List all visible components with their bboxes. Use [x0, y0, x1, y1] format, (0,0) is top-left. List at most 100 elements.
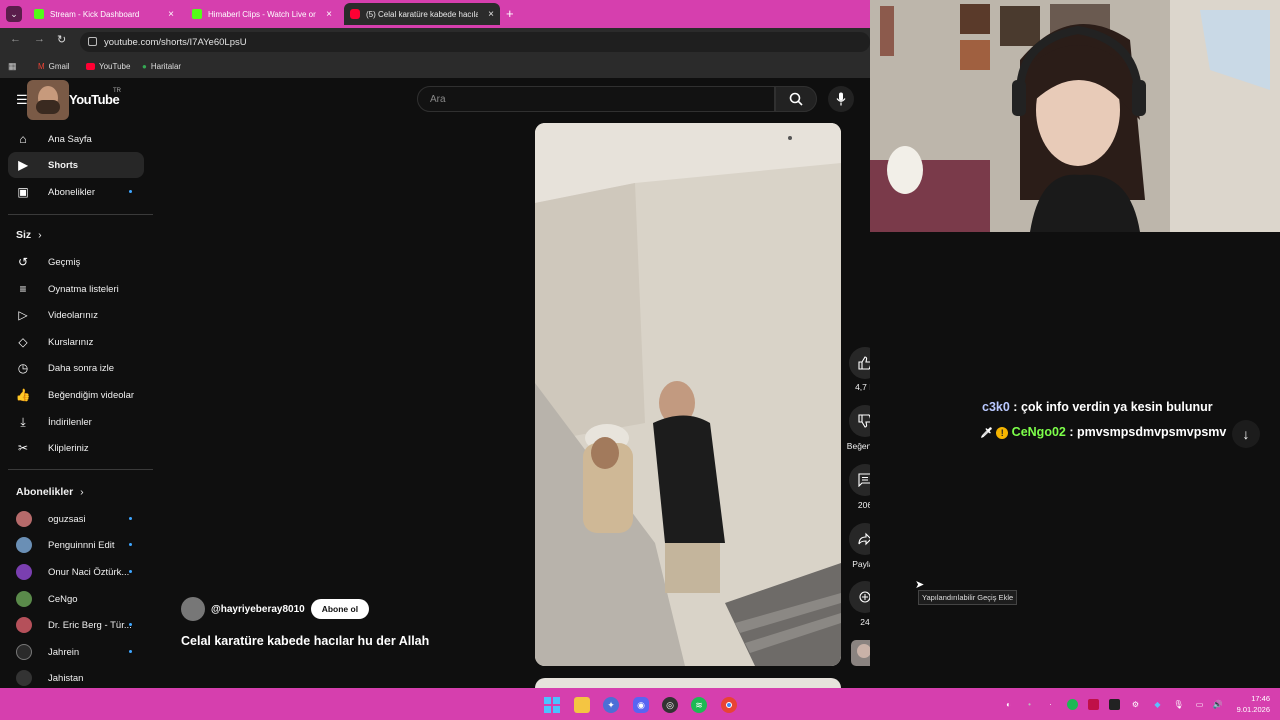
tab-title: (5) Celal karatüre kabede hacıla: [366, 9, 478, 19]
bookmark-label: Gmail: [48, 62, 70, 71]
sidebar-item-history[interactable]: ↺ Geçmiş: [8, 249, 144, 275]
channel-avatar: [16, 537, 32, 553]
taskbar-clock[interactable]: 17:46 9.01.2026: [1230, 693, 1270, 715]
sidebar-item-channel-jahrein[interactable]: Jahrein: [8, 639, 144, 665]
file-explorer-icon[interactable]: [574, 697, 590, 713]
close-tab-icon[interactable]: ×: [168, 9, 174, 20]
new-content-dot: [129, 190, 132, 193]
you-section-header[interactable]: Siz ›: [16, 229, 42, 241]
tray-app-icon[interactable]: [1109, 699, 1120, 710]
sidebar-item-label: Shorts: [48, 159, 79, 171]
short-title[interactable]: Celal karatüre kabede hacılar hu der All…: [181, 634, 429, 648]
spotify-icon[interactable]: ≋: [691, 697, 707, 713]
tab-search-button[interactable]: ⌄: [6, 6, 22, 22]
network-icon[interactable]: ▭: [1194, 699, 1205, 710]
reload-icon[interactable]: ↻: [57, 33, 66, 46]
sidebar-item-channel-oguzsasi[interactable]: oguzsasi: [8, 506, 144, 532]
badge-sword-icon: 🗡: [980, 428, 993, 439]
tab-youtube-short[interactable]: (5) Celal karatüre kabede hacıla ×: [344, 3, 500, 25]
tray-app-icon[interactable]: ·: [1045, 699, 1056, 710]
new-tab-button[interactable]: +: [506, 6, 514, 21]
subscribe-button[interactable]: Abone ol: [310, 599, 370, 619]
obs-icon[interactable]: ◎: [662, 697, 678, 713]
tray-app-icon[interactable]: ◐: [1003, 699, 1014, 710]
new-content-dot: [129, 570, 132, 573]
sidebar-item-home[interactable]: ⌂ Ana Sayfa: [8, 126, 144, 152]
sidebar-item-clips[interactable]: ✂ Klipleriniz: [8, 435, 144, 461]
chat-username: c3k0: [982, 400, 1010, 414]
channel-avatar: [16, 617, 32, 633]
sidebar-item-playlists[interactable]: ≡ Oynatma listeleri: [8, 276, 144, 302]
watch-later-icon: ◷: [17, 361, 29, 375]
sidebar-item-label: Jahrein: [48, 646, 80, 658]
sidebar-item-your-videos[interactable]: ▷ Videolarınız: [8, 302, 144, 328]
youtube-icon: [86, 63, 95, 70]
tooltip: Yapılandırılabilir Geçiş Ekle: [918, 590, 1018, 605]
sidebar-item-channel-eric-berg[interactable]: Dr. Eric Berg - Tür...: [8, 612, 144, 638]
channel-handle[interactable]: @hayriyeberay8010: [211, 604, 305, 615]
clips-icon: ✂: [17, 441, 29, 455]
badge-coin-icon: !: [996, 427, 1009, 439]
bookmarks-bar: ▦ M Gmail YouTube ● Haritalar: [0, 56, 870, 78]
discord-icon[interactable]: ◉: [633, 697, 649, 713]
bookmark-youtube[interactable]: YouTube: [86, 62, 130, 71]
your-videos-icon: ▷: [18, 308, 28, 322]
sidebar-item-courses[interactable]: ◇ Kurslarınız: [8, 329, 144, 355]
tab-kick-dashboard[interactable]: Stream - Kick Dashboard ×: [28, 3, 180, 25]
sidebar-item-downloads[interactable]: ⤓ İndirilenler: [8, 409, 144, 435]
back-icon[interactable]: ←: [10, 33, 21, 45]
sidebar-item-label: Klipleriniz: [48, 442, 89, 454]
chrome-icon[interactable]: [721, 697, 737, 713]
clock-time: 17:46: [1251, 694, 1270, 703]
sidebar-item-label: Penguinnni Edit: [48, 539, 115, 551]
scroll-down-arrow-icon[interactable]: ↓: [1232, 420, 1260, 448]
tray-spotify-icon[interactable]: [1067, 699, 1078, 710]
tray-steam-icon[interactable]: ⚙: [1130, 699, 1141, 710]
chat-message: c3k0 : çok info verdin ya kesin bulunur: [982, 400, 1213, 414]
bookmark-label: YouTube: [99, 62, 131, 71]
sidebar-item-channel-onur-naci[interactable]: Onur Naci Öztürk...: [8, 559, 144, 585]
site-info-icon[interactable]: [88, 37, 97, 46]
voice-search-button[interactable]: [828, 86, 854, 112]
volume-icon[interactable]: 🔊: [1212, 699, 1223, 710]
sidebar-item-subscriptions[interactable]: ▣ Abonelikler: [8, 179, 144, 205]
tray-app-icon[interactable]: •: [1024, 699, 1035, 710]
close-tab-icon[interactable]: ×: [488, 9, 494, 20]
shorts-icon: ▶: [18, 158, 28, 172]
forward-icon[interactable]: →: [34, 33, 45, 45]
url-bar[interactable]: youtube.com/shorts/I7AYe60LpsU: [80, 32, 870, 52]
short-video-player[interactable]: [535, 123, 841, 666]
tray-app-icon[interactable]: ◆: [1152, 699, 1163, 710]
bookmark-gmail[interactable]: M Gmail: [38, 62, 70, 71]
playlists-icon: ≡: [19, 282, 27, 296]
microphone-tray-icon[interactable]: 🎙: [1173, 699, 1184, 710]
chat-text: pmvsmpsdmvpsmvpsmv: [1076, 425, 1227, 439]
gmail-icon: M: [38, 62, 45, 71]
channel-avatar: [16, 564, 32, 580]
apps-grid-icon[interactable]: ▦: [8, 61, 18, 71]
sidebar-item-channel-penguinnni[interactable]: Penguinnni Edit: [8, 532, 144, 558]
microphone-icon: [836, 92, 846, 106]
section-title: Abonelikler: [16, 486, 74, 498]
sidebar-item-shorts[interactable]: ▶ Shorts: [8, 152, 144, 178]
app-launcher-icon[interactable]: ✦: [603, 697, 619, 713]
url-text: youtube.com/shorts/I7AYe60LpsU: [104, 36, 247, 48]
channel-avatar[interactable]: [181, 597, 205, 621]
history-icon: ↺: [17, 255, 29, 269]
chat-separator: :: [1069, 425, 1077, 439]
search-input[interactable]: Ara: [417, 86, 775, 112]
bookmark-maps[interactable]: ● Haritalar: [142, 62, 181, 71]
search-button[interactable]: [775, 86, 817, 112]
sidebar-item-label: Ana Sayfa: [48, 133, 92, 145]
close-tab-icon[interactable]: ×: [326, 9, 332, 20]
sidebar-item-channel-cengo[interactable]: CeNgo: [8, 586, 144, 612]
windows-start-icon[interactable]: [544, 697, 560, 713]
tab-himaberl-clips[interactable]: Himaberl Clips - Watch Live or ×: [186, 3, 338, 25]
tray-app-icon[interactable]: [1088, 699, 1099, 710]
chat-text: çok info verdin ya kesin bulunur: [1020, 400, 1213, 414]
sidebar-item-watch-later[interactable]: ◷ Daha sonra izle: [8, 355, 144, 381]
subscriptions-section-header[interactable]: Abonelikler ›: [16, 486, 84, 498]
clock-date: 9.01.2026: [1236, 705, 1270, 714]
sidebar-item-liked-videos[interactable]: 👍 Beğendiğim videolar: [8, 382, 144, 408]
channel-avatar: [16, 670, 32, 686]
